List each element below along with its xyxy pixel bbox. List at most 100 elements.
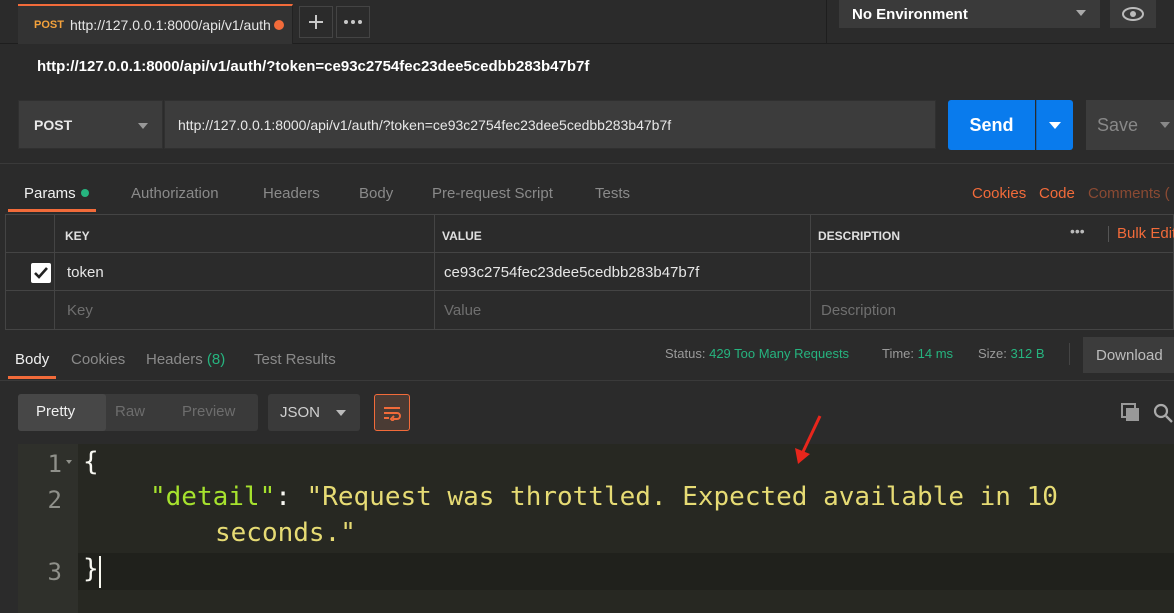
plus-icon	[309, 15, 323, 29]
time-value: 14 ms	[917, 346, 954, 361]
column-header-key: KEY	[54, 214, 435, 253]
line-number: 1	[47, 450, 62, 478]
chevron-down-icon	[336, 410, 346, 416]
view-preview-button[interactable]: Preview	[182, 403, 235, 420]
active-tab-underline	[8, 209, 96, 212]
size-info: Size: 312 B	[978, 346, 1045, 361]
environment-label: No Environment	[852, 5, 968, 23]
divider	[1108, 226, 1109, 242]
request-tab[interactable]: POST http://127.0.0.1:8000/api/v1/auth	[18, 4, 293, 44]
method-label: POST	[34, 116, 73, 133]
code-line: {	[83, 447, 99, 477]
save-button[interactable]: Save	[1086, 100, 1174, 150]
request-title: http://127.0.0.1:8000/api/v1/auth/?token…	[37, 58, 590, 75]
column-header-label: VALUE	[442, 229, 482, 243]
param-value-cell[interactable]: ce93c2754fec23dee5cedbb283b47b7f	[434, 252, 811, 291]
json-string-wrapped: seconds."	[215, 518, 356, 548]
url-input[interactable]: http://127.0.0.1:8000/api/v1/auth/?token…	[164, 100, 936, 149]
environment-select[interactable]: No Environment	[839, 0, 1100, 28]
copy-icon[interactable]	[1121, 403, 1141, 426]
json-key: "detail"	[150, 482, 276, 512]
param-key: token	[67, 264, 104, 281]
divider	[0, 163, 1174, 164]
key-placeholder: Key	[67, 302, 93, 319]
new-description-input[interactable]: Description	[810, 290, 1174, 330]
table-cell	[5, 214, 55, 253]
eye-icon	[1122, 7, 1144, 21]
param-key-cell[interactable]: token	[54, 252, 435, 291]
request-tab-method: POST	[34, 19, 64, 31]
tab-tests[interactable]: Tests	[595, 185, 630, 202]
tab-response-cookies[interactable]: Cookies	[71, 351, 125, 368]
tab-params-label: Params	[24, 185, 76, 202]
size-value: 312 B	[1010, 346, 1045, 361]
description-placeholder: Description	[821, 302, 897, 319]
column-header-value: VALUE	[434, 214, 811, 253]
column-header-label: DESCRIPTION	[818, 229, 901, 243]
params-table: KEY VALUE DESCRIPTION ••• Bulk Edit toke…	[5, 214, 1174, 330]
more-tabs-button[interactable]	[336, 6, 370, 38]
tab-response-headers-label: Headers	[146, 351, 203, 368]
new-tab-button[interactable]	[299, 6, 333, 38]
tab-params[interactable]: Params	[24, 185, 89, 202]
param-description-cell[interactable]	[810, 252, 1174, 291]
cookies-link[interactable]: Cookies	[972, 185, 1026, 202]
chevron-down-icon	[1160, 122, 1170, 128]
tab-prerequest-script[interactable]: Pre-request Script	[432, 185, 553, 202]
param-value: ce93c2754fec23dee5cedbb283b47b7f	[444, 264, 700, 281]
value-placeholder: Value	[444, 302, 482, 319]
tab-body[interactable]: Body	[359, 185, 393, 202]
divider	[0, 380, 1174, 381]
tab-headers[interactable]: Headers	[263, 185, 320, 202]
active-dot-icon	[80, 189, 89, 197]
line-number: 3	[47, 558, 62, 586]
view-pretty-label[interactable]: Pretty	[36, 403, 75, 420]
send-options-button[interactable]	[1036, 100, 1073, 150]
new-key-input[interactable]: Key	[54, 290, 435, 330]
wrap-lines-button[interactable]	[374, 394, 410, 431]
tab-response-body[interactable]: Body	[15, 351, 49, 368]
format-select[interactable]: JSON	[268, 394, 360, 431]
table-more-button[interactable]: •••	[1070, 223, 1085, 239]
new-value-input[interactable]: Value	[434, 290, 811, 330]
status-label: Status:	[665, 346, 706, 361]
comments-link[interactable]: Comments (	[1088, 185, 1170, 202]
time-label: Time:	[882, 346, 915, 361]
column-header-label: KEY	[65, 229, 90, 243]
checkmark-icon	[34, 267, 48, 279]
send-button[interactable]: Send	[948, 100, 1035, 150]
ellipsis-icon	[344, 20, 362, 24]
wrap-lines-icon	[384, 406, 401, 421]
method-select[interactable]: POST	[18, 100, 163, 149]
format-label: JSON	[280, 404, 321, 421]
text-cursor	[99, 556, 101, 588]
request-tab-url: http://127.0.0.1:8000/api/v1/auth	[69, 17, 270, 33]
url-value: http://127.0.0.1:8000/api/v1/auth/?token…	[178, 116, 672, 133]
divider	[826, 0, 827, 44]
view-raw-button[interactable]: Raw	[115, 403, 145, 420]
active-tab-underline	[8, 376, 56, 379]
code-line: "detail": "Request was throttled. Expect…	[150, 482, 1058, 512]
time-info: Time: 14 ms	[882, 346, 953, 361]
search-icon[interactable]	[1153, 403, 1173, 426]
unsaved-dot-icon	[273, 20, 284, 30]
download-button[interactable]: Download	[1083, 337, 1174, 373]
status-value: 429 Too Many Requests	[709, 346, 850, 361]
environment-quick-look-button[interactable]	[1110, 0, 1156, 28]
chevron-down-icon	[1049, 122, 1061, 129]
table-cell	[5, 290, 55, 330]
divider	[1069, 343, 1070, 365]
tab-test-results[interactable]: Test Results	[254, 351, 336, 368]
size-label: Size:	[978, 346, 1007, 361]
tab-authorization[interactable]: Authorization	[131, 185, 219, 202]
annotation-arrow-icon	[795, 415, 822, 464]
chevron-down-icon	[1076, 10, 1086, 16]
headers-count-badge: (8)	[206, 351, 226, 368]
line-number: 2	[47, 486, 62, 514]
param-enabled-checkbox[interactable]	[31, 263, 51, 283]
tab-response-headers[interactable]: Headers (8)	[146, 351, 225, 368]
fold-arrow-icon[interactable]	[66, 460, 72, 464]
bulk-edit-link[interactable]: Bulk Edit	[1117, 225, 1174, 242]
code-link[interactable]: Code	[1039, 185, 1075, 202]
save-label: Save	[1097, 114, 1139, 135]
